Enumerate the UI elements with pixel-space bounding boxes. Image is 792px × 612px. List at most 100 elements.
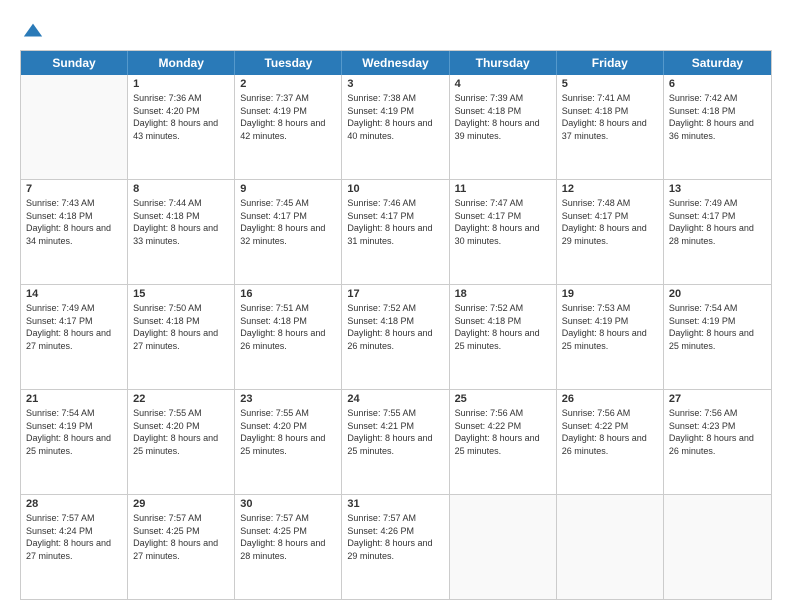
cell-info: Sunrise: 7:56 AMSunset: 4:22 PMDaylight:… xyxy=(455,407,551,457)
cell-date: 28 xyxy=(26,498,122,510)
calendar-cell: 7 Sunrise: 7:43 AMSunset: 4:18 PMDaylight… xyxy=(21,180,128,284)
cell-date: 11 xyxy=(455,183,551,195)
cell-info: Sunrise: 7:49 AMSunset: 4:17 PMDaylight:… xyxy=(26,302,122,352)
cell-info: Sunrise: 7:44 AMSunset: 4:18 PMDaylight:… xyxy=(133,197,229,247)
logo xyxy=(20,20,44,42)
cell-info: Sunrise: 7:55 AMSunset: 4:21 PMDaylight:… xyxy=(347,407,443,457)
calendar-header-cell: Tuesday xyxy=(235,51,342,75)
cell-date: 30 xyxy=(240,498,336,510)
calendar-header-cell: Wednesday xyxy=(342,51,449,75)
cell-info: Sunrise: 7:37 AMSunset: 4:19 PMDaylight:… xyxy=(240,92,336,142)
cell-info: Sunrise: 7:36 AMSunset: 4:20 PMDaylight:… xyxy=(133,92,229,142)
cell-info: Sunrise: 7:51 AMSunset: 4:18 PMDaylight:… xyxy=(240,302,336,352)
cell-info: Sunrise: 7:56 AMSunset: 4:23 PMDaylight:… xyxy=(669,407,766,457)
calendar-cell: 19 Sunrise: 7:53 AMSunset: 4:19 PMDayligh… xyxy=(557,285,664,389)
calendar-cell: 18 Sunrise: 7:52 AMSunset: 4:18 PMDayligh… xyxy=(450,285,557,389)
cell-date: 3 xyxy=(347,78,443,90)
cell-date: 1 xyxy=(133,78,229,90)
cell-date: 4 xyxy=(455,78,551,90)
calendar-cell: 11 Sunrise: 7:47 AMSunset: 4:17 PMDayligh… xyxy=(450,180,557,284)
calendar-cell xyxy=(557,495,664,599)
cell-date: 2 xyxy=(240,78,336,90)
cell-date: 27 xyxy=(669,393,766,405)
cell-info: Sunrise: 7:57 AMSunset: 4:24 PMDaylight:… xyxy=(26,512,122,562)
calendar-cell: 27 Sunrise: 7:56 AMSunset: 4:23 PMDayligh… xyxy=(664,390,771,494)
calendar-cell: 26Sunrise: 7:56 AMSunset: 4:22 PMDayligh… xyxy=(557,390,664,494)
cell-date: 19 xyxy=(562,288,658,300)
calendar-week: 21 Sunrise: 7:54 AMSunset: 4:19 PMDayligh… xyxy=(21,390,771,495)
cell-info: Sunrise: 7:55 AMSunset: 4:20 PMDaylight:… xyxy=(133,407,229,457)
cell-date: 6 xyxy=(669,78,766,90)
cell-date: 23 xyxy=(240,393,336,405)
cell-date: 12 xyxy=(562,183,658,195)
calendar-cell: 13Sunrise: 7:49 AMSunset: 4:17 PMDayligh… xyxy=(664,180,771,284)
cell-date: 16 xyxy=(240,288,336,300)
cell-info: Sunrise: 7:41 AMSunset: 4:18 PMDaylight:… xyxy=(562,92,658,142)
calendar-week: 14Sunrise: 7:49 AMSunset: 4:17 PMDayligh… xyxy=(21,285,771,390)
cell-date: 24 xyxy=(347,393,443,405)
cell-info: Sunrise: 7:54 AMSunset: 4:19 PMDaylight:… xyxy=(26,407,122,457)
calendar-cell: 21 Sunrise: 7:54 AMSunset: 4:19 PMDayligh… xyxy=(21,390,128,494)
calendar-header-cell: Thursday xyxy=(450,51,557,75)
calendar-cell: 2 Sunrise: 7:37 AMSunset: 4:19 PMDaylight… xyxy=(235,75,342,179)
calendar-cell: 3 Sunrise: 7:38 AMSunset: 4:19 PMDaylight… xyxy=(342,75,449,179)
cell-info: Sunrise: 7:42 AMSunset: 4:18 PMDaylight:… xyxy=(669,92,766,142)
cell-info: Sunrise: 7:38 AMSunset: 4:19 PMDaylight:… xyxy=(347,92,443,142)
page: SundayMondayTuesdayWednesdayThursdayFrid… xyxy=(0,0,792,612)
calendar-header-cell: Saturday xyxy=(664,51,771,75)
cell-date: 20 xyxy=(669,288,766,300)
calendar-cell: 14Sunrise: 7:49 AMSunset: 4:17 PMDayligh… xyxy=(21,285,128,389)
cell-info: Sunrise: 7:54 AMSunset: 4:19 PMDaylight:… xyxy=(669,302,766,352)
cell-info: Sunrise: 7:52 AMSunset: 4:18 PMDaylight:… xyxy=(347,302,443,352)
calendar: SundayMondayTuesdayWednesdayThursdayFrid… xyxy=(20,50,772,600)
calendar-cell: 16 Sunrise: 7:51 AMSunset: 4:18 PMDayligh… xyxy=(235,285,342,389)
cell-date: 18 xyxy=(455,288,551,300)
cell-date: 7 xyxy=(26,183,122,195)
calendar-cell xyxy=(450,495,557,599)
calendar-cell: 24 Sunrise: 7:55 AMSunset: 4:21 PMDayligh… xyxy=(342,390,449,494)
calendar-cell: 6 Sunrise: 7:42 AMSunset: 4:18 PMDaylight… xyxy=(664,75,771,179)
cell-info: Sunrise: 7:57 AMSunset: 4:25 PMDaylight:… xyxy=(133,512,229,562)
cell-date: 22 xyxy=(133,393,229,405)
calendar-cell: 29 Sunrise: 7:57 AMSunset: 4:25 PMDayligh… xyxy=(128,495,235,599)
calendar-cell: 28 Sunrise: 7:57 AMSunset: 4:24 PMDayligh… xyxy=(21,495,128,599)
cell-info: Sunrise: 7:43 AMSunset: 4:18 PMDaylight:… xyxy=(26,197,122,247)
calendar-cell: 17 Sunrise: 7:52 AMSunset: 4:18 PMDayligh… xyxy=(342,285,449,389)
cell-date: 17 xyxy=(347,288,443,300)
cell-info: Sunrise: 7:52 AMSunset: 4:18 PMDaylight:… xyxy=(455,302,551,352)
cell-date: 21 xyxy=(26,393,122,405)
calendar-cell xyxy=(21,75,128,179)
cell-date: 13 xyxy=(669,183,766,195)
calendar-cell: 10Sunrise: 7:46 AMSunset: 4:17 PMDayligh… xyxy=(342,180,449,284)
cell-info: Sunrise: 7:50 AMSunset: 4:18 PMDaylight:… xyxy=(133,302,229,352)
calendar-body: 1 Sunrise: 7:36 AMSunset: 4:20 PMDaylight… xyxy=(21,75,771,599)
calendar-cell: 25 Sunrise: 7:56 AMSunset: 4:22 PMDayligh… xyxy=(450,390,557,494)
calendar-cell: 12Sunrise: 7:48 AMSunset: 4:17 PMDayligh… xyxy=(557,180,664,284)
calendar-week: 28 Sunrise: 7:57 AMSunset: 4:24 PMDayligh… xyxy=(21,495,771,599)
cell-info: Sunrise: 7:56 AMSunset: 4:22 PMDaylight:… xyxy=(562,407,658,457)
calendar-cell: 23 Sunrise: 7:55 AMSunset: 4:20 PMDayligh… xyxy=(235,390,342,494)
logo-icon xyxy=(22,20,44,42)
calendar-header-cell: Friday xyxy=(557,51,664,75)
calendar-cell: 9 Sunrise: 7:45 AMSunset: 4:17 PMDaylight… xyxy=(235,180,342,284)
cell-info: Sunrise: 7:53 AMSunset: 4:19 PMDaylight:… xyxy=(562,302,658,352)
cell-date: 29 xyxy=(133,498,229,510)
calendar-cell: 1 Sunrise: 7:36 AMSunset: 4:20 PMDaylight… xyxy=(128,75,235,179)
calendar-cell: 20 Sunrise: 7:54 AMSunset: 4:19 PMDayligh… xyxy=(664,285,771,389)
calendar-week: 1 Sunrise: 7:36 AMSunset: 4:20 PMDaylight… xyxy=(21,75,771,180)
cell-date: 8 xyxy=(133,183,229,195)
calendar-cell: 8 Sunrise: 7:44 AMSunset: 4:18 PMDaylight… xyxy=(128,180,235,284)
calendar-cell xyxy=(664,495,771,599)
cell-date: 15 xyxy=(133,288,229,300)
cell-info: Sunrise: 7:45 AMSunset: 4:17 PMDaylight:… xyxy=(240,197,336,247)
cell-info: Sunrise: 7:39 AMSunset: 4:18 PMDaylight:… xyxy=(455,92,551,142)
calendar-cell: 5Sunrise: 7:41 AMSunset: 4:18 PMDaylight… xyxy=(557,75,664,179)
calendar-cell: 30Sunrise: 7:57 AMSunset: 4:25 PMDayligh… xyxy=(235,495,342,599)
cell-info: Sunrise: 7:47 AMSunset: 4:17 PMDaylight:… xyxy=(455,197,551,247)
calendar-cell: 15 Sunrise: 7:50 AMSunset: 4:18 PMDayligh… xyxy=(128,285,235,389)
cell-info: Sunrise: 7:57 AMSunset: 4:26 PMDaylight:… xyxy=(347,512,443,562)
cell-date: 9 xyxy=(240,183,336,195)
cell-info: Sunrise: 7:55 AMSunset: 4:20 PMDaylight:… xyxy=(240,407,336,457)
calendar-header-row: SundayMondayTuesdayWednesdayThursdayFrid… xyxy=(21,51,771,75)
cell-date: 25 xyxy=(455,393,551,405)
